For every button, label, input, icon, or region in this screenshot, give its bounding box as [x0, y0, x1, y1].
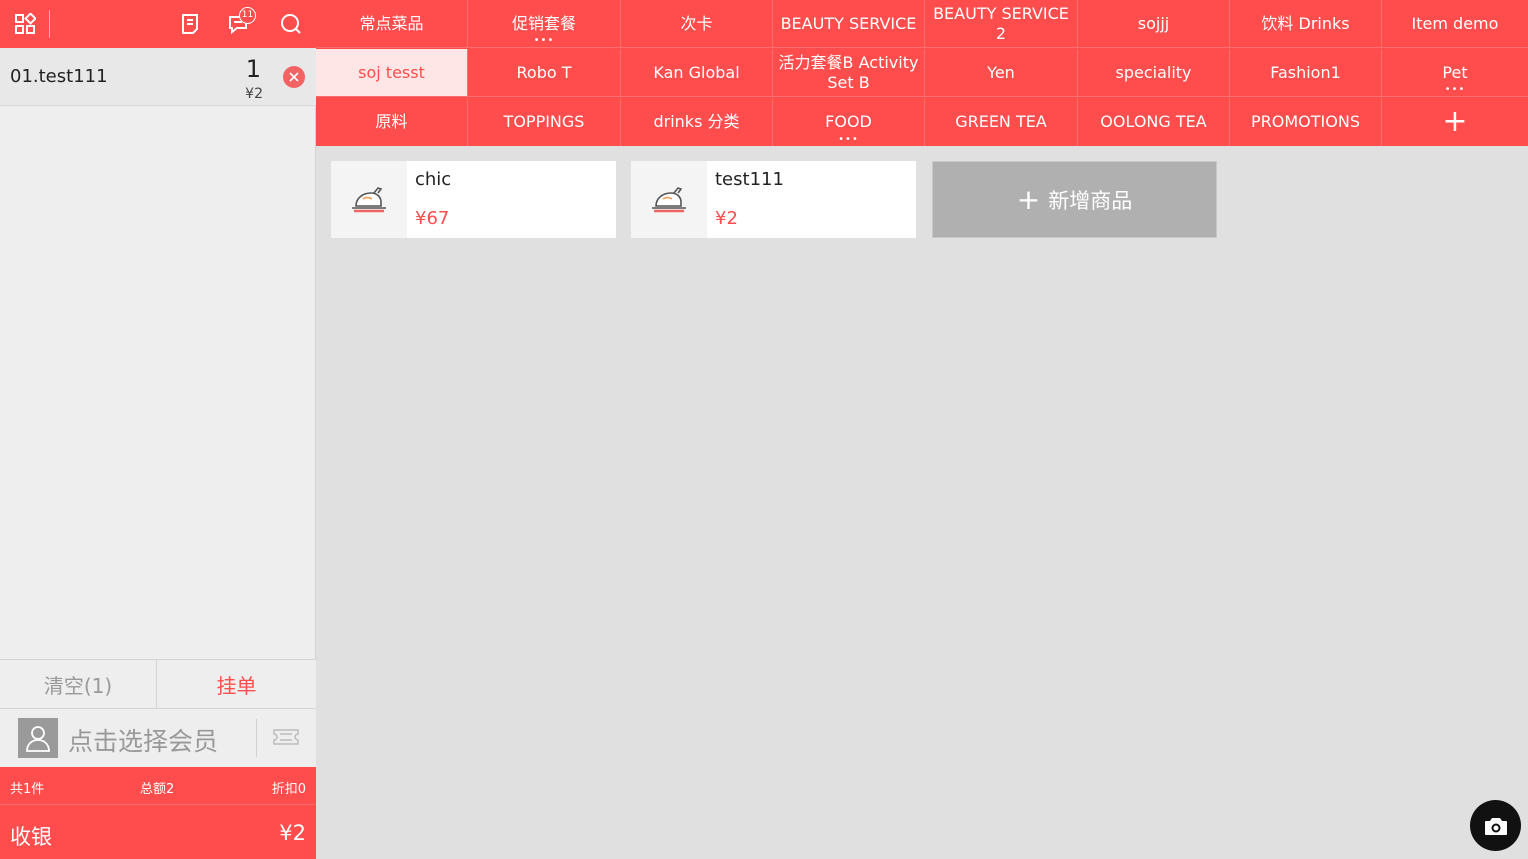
category-label: GREEN TEA [955, 112, 1047, 131]
category-label: TOPPINGS [503, 112, 585, 131]
member-placeholder: 点击选择会员 [68, 727, 219, 756]
order-item-name: 01.test111 [10, 66, 108, 87]
order-item-price: ¥2 [245, 86, 263, 102]
category-tab-0[interactable]: 常点菜品 [316, 0, 468, 48]
more-dots-icon: ••• [838, 134, 859, 145]
category-tab-22[interactable]: PROMOTIONS [1230, 98, 1382, 146]
category-tab-11[interactable]: 活力套餐B Activity Set B [773, 49, 925, 97]
category-tab-3[interactable]: BEAUTY SERVICE [773, 0, 925, 48]
hold-order-button[interactable]: 挂单 [158, 660, 315, 709]
category-label: 活力套餐B Activity Set B [778, 52, 919, 92]
member-divider [256, 719, 257, 757]
plus-icon: + [1442, 104, 1468, 139]
category-label: 促销套餐 [511, 13, 576, 33]
grid-icon[interactable] [11, 10, 39, 38]
message-icon[interactable]: 11 [226, 7, 256, 38]
checkout-label: 收银 [10, 825, 52, 849]
category-label: Yen [987, 62, 1015, 82]
category-label: BEAUTY SERVICE 2 [933, 3, 1069, 43]
product-name: chic [415, 169, 452, 190]
category-label: OOLONG TEA [1100, 112, 1207, 131]
category-tab-14[interactable]: Fashion1 [1230, 49, 1382, 97]
order-item-qty: 1 [245, 55, 261, 83]
category-label: Pet [1442, 62, 1468, 82]
receipt-icon[interactable] [176, 10, 204, 38]
clear-button[interactable]: 清空(1) [0, 660, 157, 709]
coupon-icon[interactable] [273, 729, 299, 749]
order-line-item[interactable]: 01.test111 1 ¥2 [0, 48, 316, 106]
category-tab-18[interactable]: drinks 分类 [621, 98, 773, 146]
category-label: sojjj [1137, 13, 1170, 33]
food-icon [331, 161, 407, 238]
member-selector[interactable]: 点击选择会员 [0, 709, 316, 767]
item-count: 共1件 [10, 782, 45, 797]
category-tab-10[interactable]: Kan Global [621, 49, 773, 97]
category-label: Robo T [516, 62, 572, 82]
more-dots-icon: ••• [533, 35, 555, 46]
category-label: soj tesst [358, 62, 425, 82]
category-tab-4[interactable]: BEAUTY SERVICE 2 [925, 0, 1078, 48]
category-grid: 常点菜品 促销套餐 ••• 次卡 BEAUTY SERVICE BEAUTY SE… [316, 0, 1528, 146]
category-tab-20[interactable]: GREEN TEA [925, 98, 1078, 146]
category-tab-15[interactable]: Pet ••• [1382, 49, 1528, 97]
category-label: BEAUTY SERVICE [780, 13, 917, 33]
category-tab-1[interactable]: 促销套餐 ••• [468, 0, 621, 48]
search-icon[interactable] [277, 10, 305, 38]
category-label: 次卡 [680, 13, 713, 33]
plus-icon: + [1016, 182, 1041, 216]
category-tab-7[interactable]: Item demo [1382, 0, 1528, 48]
category-tab-selected[interactable]: soj tesst [316, 49, 468, 97]
food-icon [631, 161, 707, 238]
toolbar-divider [49, 10, 50, 38]
add-category-button[interactable]: + [1382, 98, 1528, 146]
product-name: test111 [715, 169, 784, 190]
category-label: 原料 [375, 112, 408, 131]
product-card[interactable]: chic ¥67 [331, 161, 616, 238]
total-amount: 总额2 [140, 782, 175, 797]
category-tab-12[interactable]: Yen [925, 49, 1078, 97]
category-tab-16[interactable]: 原料 [316, 98, 468, 146]
category-tab-13[interactable]: speciality [1078, 49, 1230, 97]
category-tab-5[interactable]: sojjj [1078, 0, 1230, 48]
order-toolbar: 11 [0, 0, 316, 48]
category-label: Item demo [1411, 13, 1499, 33]
category-label: PROMOTIONS [1251, 112, 1360, 131]
product-price: ¥2 [715, 208, 738, 229]
category-label: Kan Global [653, 62, 740, 82]
camera-icon[interactable] [1470, 800, 1521, 851]
remove-item-icon[interactable] [283, 66, 305, 88]
category-tab-9[interactable]: Robo T [468, 49, 621, 97]
category-label: drinks 分类 [653, 112, 740, 131]
avatar [18, 718, 58, 758]
discount-amount: 折扣0 [271, 782, 306, 797]
more-dots-icon: ••• [1444, 84, 1466, 95]
category-tab-19[interactable]: FOOD ••• [773, 98, 925, 146]
add-product-button[interactable]: + 新增商品 [932, 161, 1217, 238]
category-label: FOOD [825, 112, 872, 131]
category-tab-17[interactable]: TOPPINGS [468, 98, 621, 146]
category-tab-2[interactable]: 次卡 [621, 0, 773, 48]
product-card[interactable]: test111 ¥2 [631, 161, 916, 238]
product-price: ¥67 [415, 208, 450, 229]
order-actions: 清空(1) 挂单 [0, 659, 316, 709]
order-panel: 11 01.test111 1 ¥2 清空(1) 挂单 点击选择会员 共1件 总… [0, 0, 316, 859]
checkout-button[interactable]: 收银 ¥2 [0, 804, 316, 859]
checkout-total: ¥2 [279, 821, 306, 845]
category-label: 常点菜品 [359, 13, 424, 33]
category-label: Fashion1 [1270, 62, 1341, 82]
add-product-label: 新增商品 [1048, 188, 1133, 213]
category-tab-6[interactable]: 饮料 Drinks [1230, 0, 1382, 48]
category-label: 饮料 Drinks [1261, 13, 1350, 33]
category-tab-21[interactable]: OOLONG TEA [1078, 98, 1230, 146]
message-count-badge: 11 [239, 7, 256, 24]
order-summary: 共1件 总额2 折扣0 [0, 767, 316, 804]
category-label: speciality [1115, 62, 1192, 82]
